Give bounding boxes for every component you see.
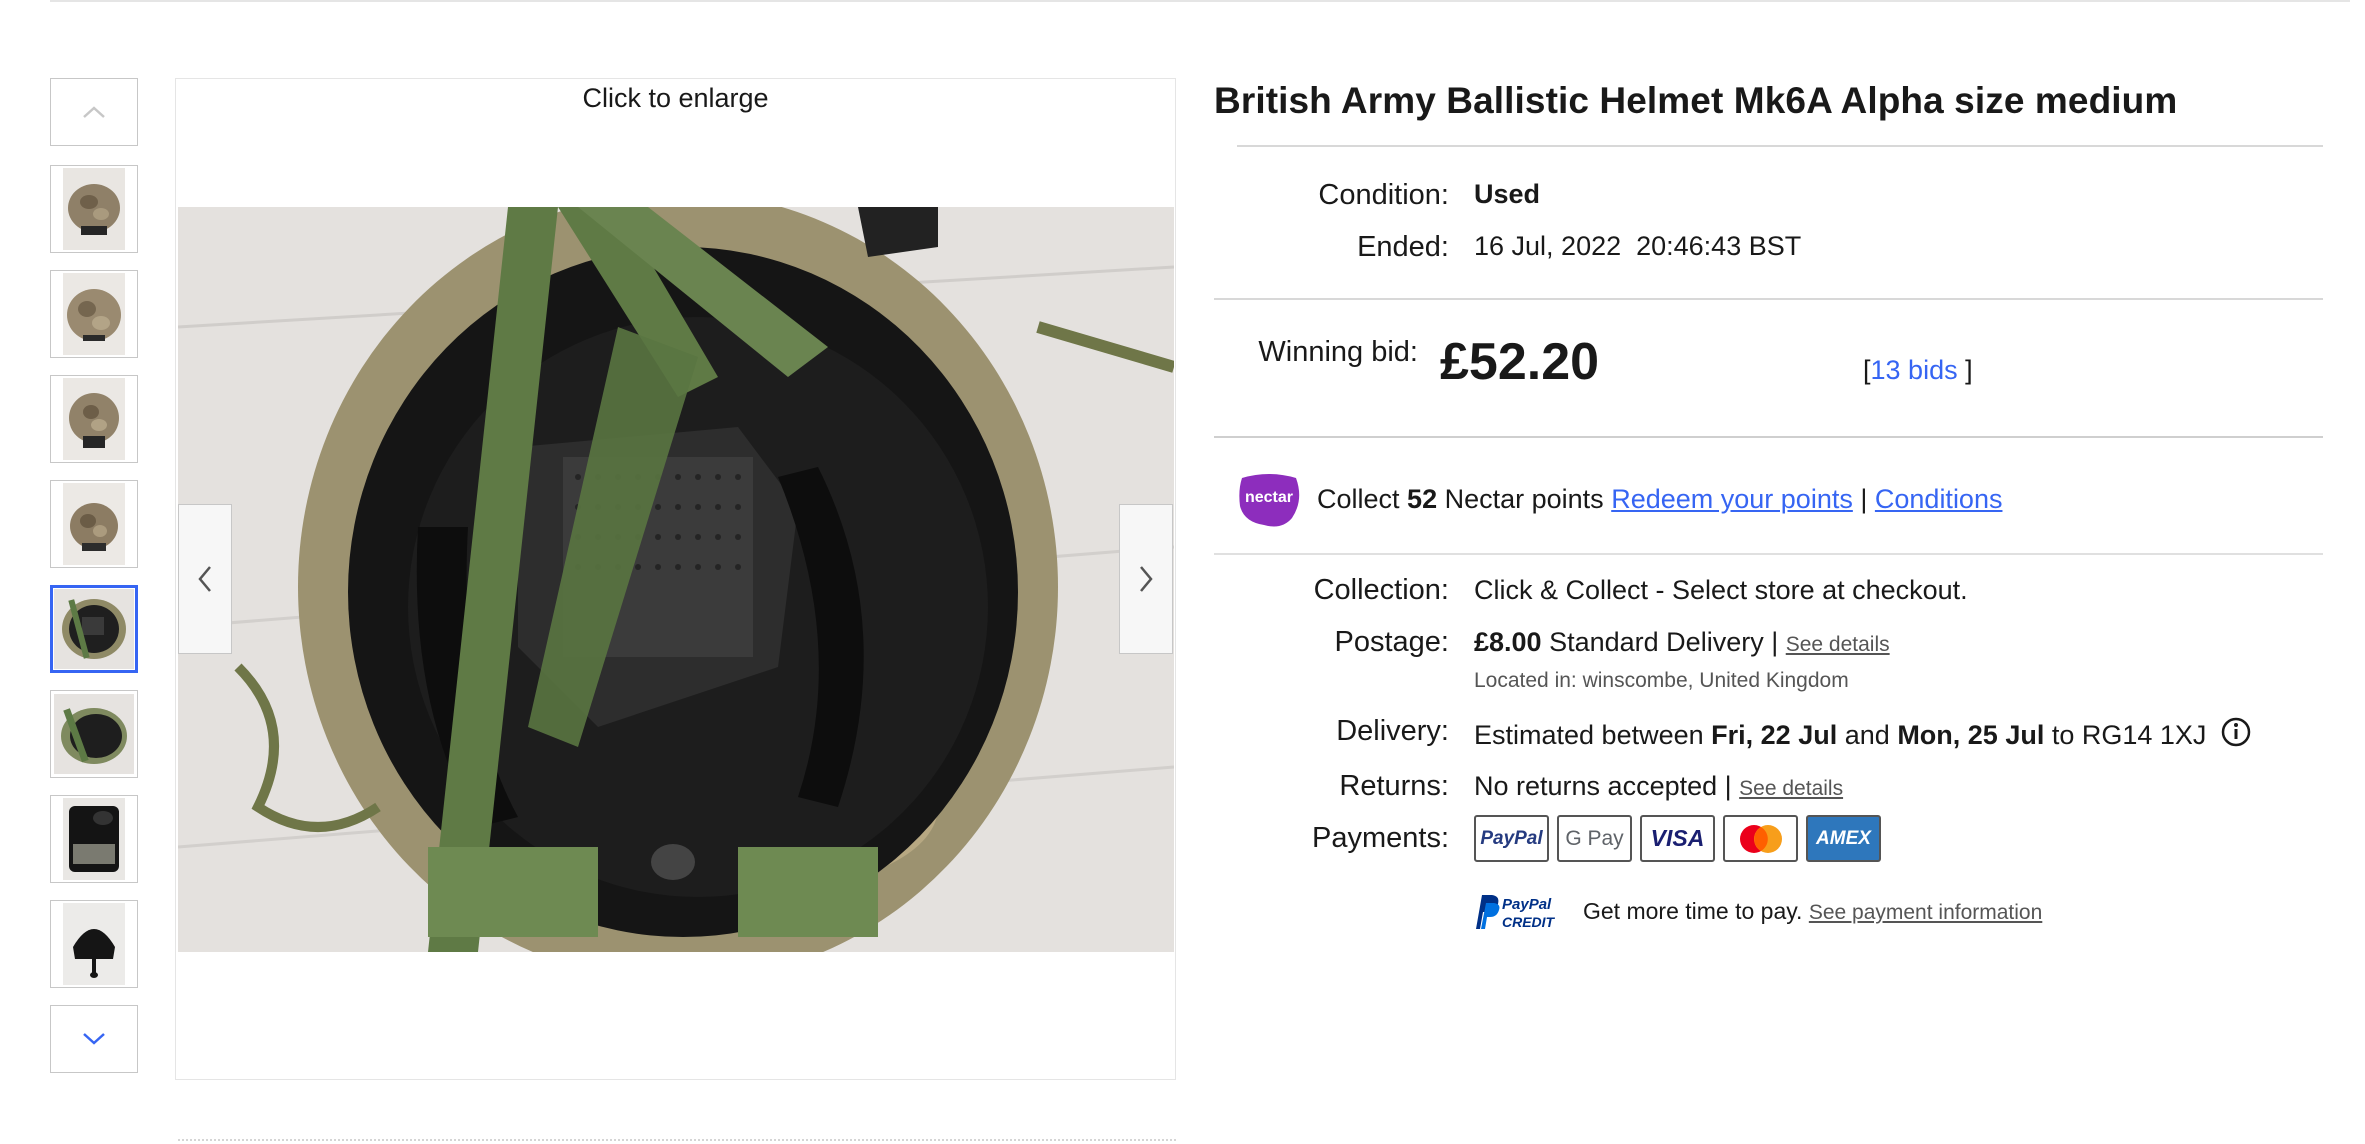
condition-label: Condition: — [1318, 179, 1449, 211]
bid-count: [13 bids ] — [1863, 355, 1973, 385]
thumbnail-2[interactable] — [50, 270, 138, 358]
title-divider — [1237, 145, 2323, 147]
chevron-down-icon — [83, 1033, 105, 1045]
payments-label: Payments: — [1312, 822, 1449, 854]
svg-text:CREDIT: CREDIT — [1502, 914, 1556, 930]
bid-history-link[interactable]: 13 bids — [1871, 355, 1958, 385]
delivery-value: Estimated between Fri, 22 Jul and Mon, 2… — [1474, 716, 2252, 753]
section-divider — [1214, 298, 2323, 300]
postage-label: Postage: — [1334, 626, 1449, 658]
nectar-logo-icon: nectar — [1239, 474, 1300, 527]
thumbnail-3[interactable] — [50, 375, 138, 463]
google-pay-icon: G Pay — [1557, 815, 1632, 862]
postage-value: £8.00 Standard Delivery | See details — [1474, 627, 1890, 657]
ended-label: Ended: — [1357, 231, 1449, 263]
item-location: Located in: winscombe, United Kingdom — [1474, 669, 1849, 692]
image-viewer[interactable]: Click to enlarge — [175, 78, 1176, 1080]
chevron-right-icon — [1140, 566, 1153, 592]
returns-value: No returns accepted | See details — [1474, 771, 1844, 801]
postage-see-details-link[interactable]: See details — [1786, 633, 1890, 656]
main-helmet-image[interactable] — [178, 207, 1174, 952]
ended-value: 16 Jul, 2022 20:46:43 BST — [1474, 231, 1802, 261]
thumbnail-rail — [50, 78, 140, 1073]
visa-icon: VISA — [1640, 815, 1715, 862]
section-divider — [1214, 436, 2323, 438]
payment-methods: PayPal G Pay VISA AMEX — [1474, 815, 1881, 862]
mastercard-icon — [1723, 815, 1798, 862]
thumbnail-scroll-up-button[interactable] — [50, 78, 138, 146]
svg-text:PayPal: PayPal — [1502, 896, 1552, 913]
helmet-inside-thumbnail-image — [54, 589, 134, 669]
thumbnail-1[interactable] — [50, 165, 138, 253]
helmet-inside-thumbnail-image — [54, 694, 134, 774]
helmet-shell-thumbnail-image — [63, 903, 125, 985]
nectar-points-line: Collect 52 Nectar points Redeem your poi… — [1317, 484, 2003, 514]
nectar-points: 52 — [1407, 484, 1438, 514]
paypal-credit-text: Get more time to pay. See payment inform… — [1583, 898, 2043, 924]
nectar-logo-text: nectar — [1245, 489, 1293, 506]
helmet-thumbnail-image — [63, 168, 125, 250]
paypal-icon: PayPal — [1474, 815, 1549, 862]
redeem-points-link[interactable]: Redeem your points — [1611, 484, 1853, 514]
winning-bid-label: Winning bid: — [1258, 336, 1418, 368]
previous-image-button[interactable] — [178, 504, 232, 654]
thumbnail-scroll-down-button[interactable] — [50, 1005, 138, 1073]
thumbnail-8[interactable] — [50, 900, 138, 988]
thumbnail-5-selected[interactable] — [50, 585, 138, 673]
postage-price: £8.00 — [1474, 627, 1542, 657]
dotted-divider — [178, 1139, 1176, 1141]
chevron-up-icon — [83, 106, 105, 118]
helmet-thumbnail-image — [63, 483, 125, 565]
condition-value: Used — [1474, 179, 1541, 209]
helmet-detail-thumbnail-image — [63, 798, 125, 880]
thumbnail-7[interactable] — [50, 795, 138, 883]
returns-label: Returns: — [1339, 770, 1449, 802]
delivery-label: Delivery: — [1336, 715, 1449, 747]
thumbnail-4[interactable] — [50, 480, 138, 568]
chevron-left-icon — [198, 566, 211, 592]
collection-label: Collection: — [1313, 574, 1449, 606]
paypal-credit-logo-icon: PayPal CREDIT — [1476, 895, 1556, 930]
nectar-conditions-link[interactable]: Conditions — [1875, 484, 2003, 514]
section-divider — [1214, 553, 2323, 555]
info-icon[interactable] — [2220, 716, 2252, 748]
amex-icon: AMEX — [1806, 815, 1881, 862]
helmet-thumbnail-image — [63, 273, 125, 355]
listing-title: British Army Ballistic Helmet Mk6A Alpha… — [1214, 80, 2178, 121]
see-payment-information-link[interactable]: See payment information — [1809, 901, 2042, 924]
helmet-thumbnail-image — [63, 378, 125, 460]
collection-value: Click & Collect - Select store at checko… — [1474, 575, 1968, 605]
top-divider — [50, 0, 2350, 2]
returns-see-details-link[interactable]: See details — [1739, 777, 1843, 800]
winning-bid-price: £52.20 — [1440, 333, 1600, 391]
click-to-enlarge-text: Click to enlarge — [582, 83, 769, 113]
next-image-button[interactable] — [1119, 504, 1173, 654]
thumbnail-6[interactable] — [50, 690, 138, 778]
